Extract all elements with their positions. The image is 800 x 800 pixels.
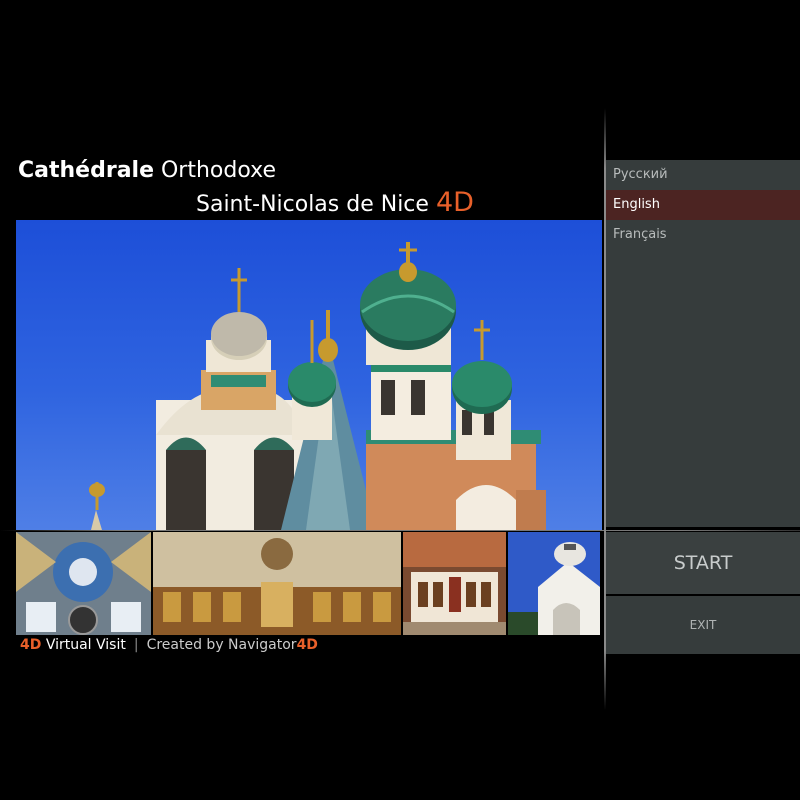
altar-thumbnail — [403, 532, 506, 635]
thumbnail-iconostasis[interactable] — [153, 532, 401, 635]
credit-4d: 4D — [296, 637, 318, 653]
language-panel: Русский English Français — [606, 160, 800, 527]
title-subtitle: Saint-Nicolas de Nice — [196, 192, 436, 217]
language-option-russian[interactable]: Русский — [606, 160, 800, 190]
title-bold-word: Cathédrale — [18, 158, 154, 183]
thumbnail-white-chapel[interactable] — [508, 532, 600, 635]
chapel-thumbnail — [508, 532, 600, 635]
horizontal-divider — [0, 530, 800, 531]
exit-button[interactable]: EXIT — [606, 596, 800, 654]
cathedral-illustration — [89, 242, 546, 530]
dome-ceiling-thumbnail — [16, 532, 151, 635]
title-4d-accent: 4D — [435, 187, 474, 218]
footer-credits: 4D Virtual Visit | Created by Navigator4D — [20, 637, 318, 653]
title-line-1: Cathédrale Orthodoxe — [18, 156, 276, 186]
hero-cathedral-image — [16, 220, 602, 530]
start-button[interactable]: START — [606, 532, 800, 594]
title-line-2: Saint-Nicolas de Nice 4D — [196, 188, 474, 220]
iconostasis-thumbnail — [153, 532, 401, 635]
credit-text: Created by Navigator — [146, 637, 297, 653]
title-rest: Orthodoxe — [154, 158, 277, 183]
brand-virtual-visit: Virtual Visit — [41, 637, 126, 653]
language-option-english[interactable]: English — [606, 190, 800, 220]
language-option-french[interactable]: Français — [606, 220, 800, 250]
thumbnail-dome-ceiling[interactable] — [16, 532, 151, 635]
thumbnail-altar[interactable] — [403, 532, 506, 635]
footer-separator: | — [133, 637, 139, 653]
thumbnail-strip — [16, 532, 602, 635]
brand-4d: 4D — [20, 637, 42, 653]
